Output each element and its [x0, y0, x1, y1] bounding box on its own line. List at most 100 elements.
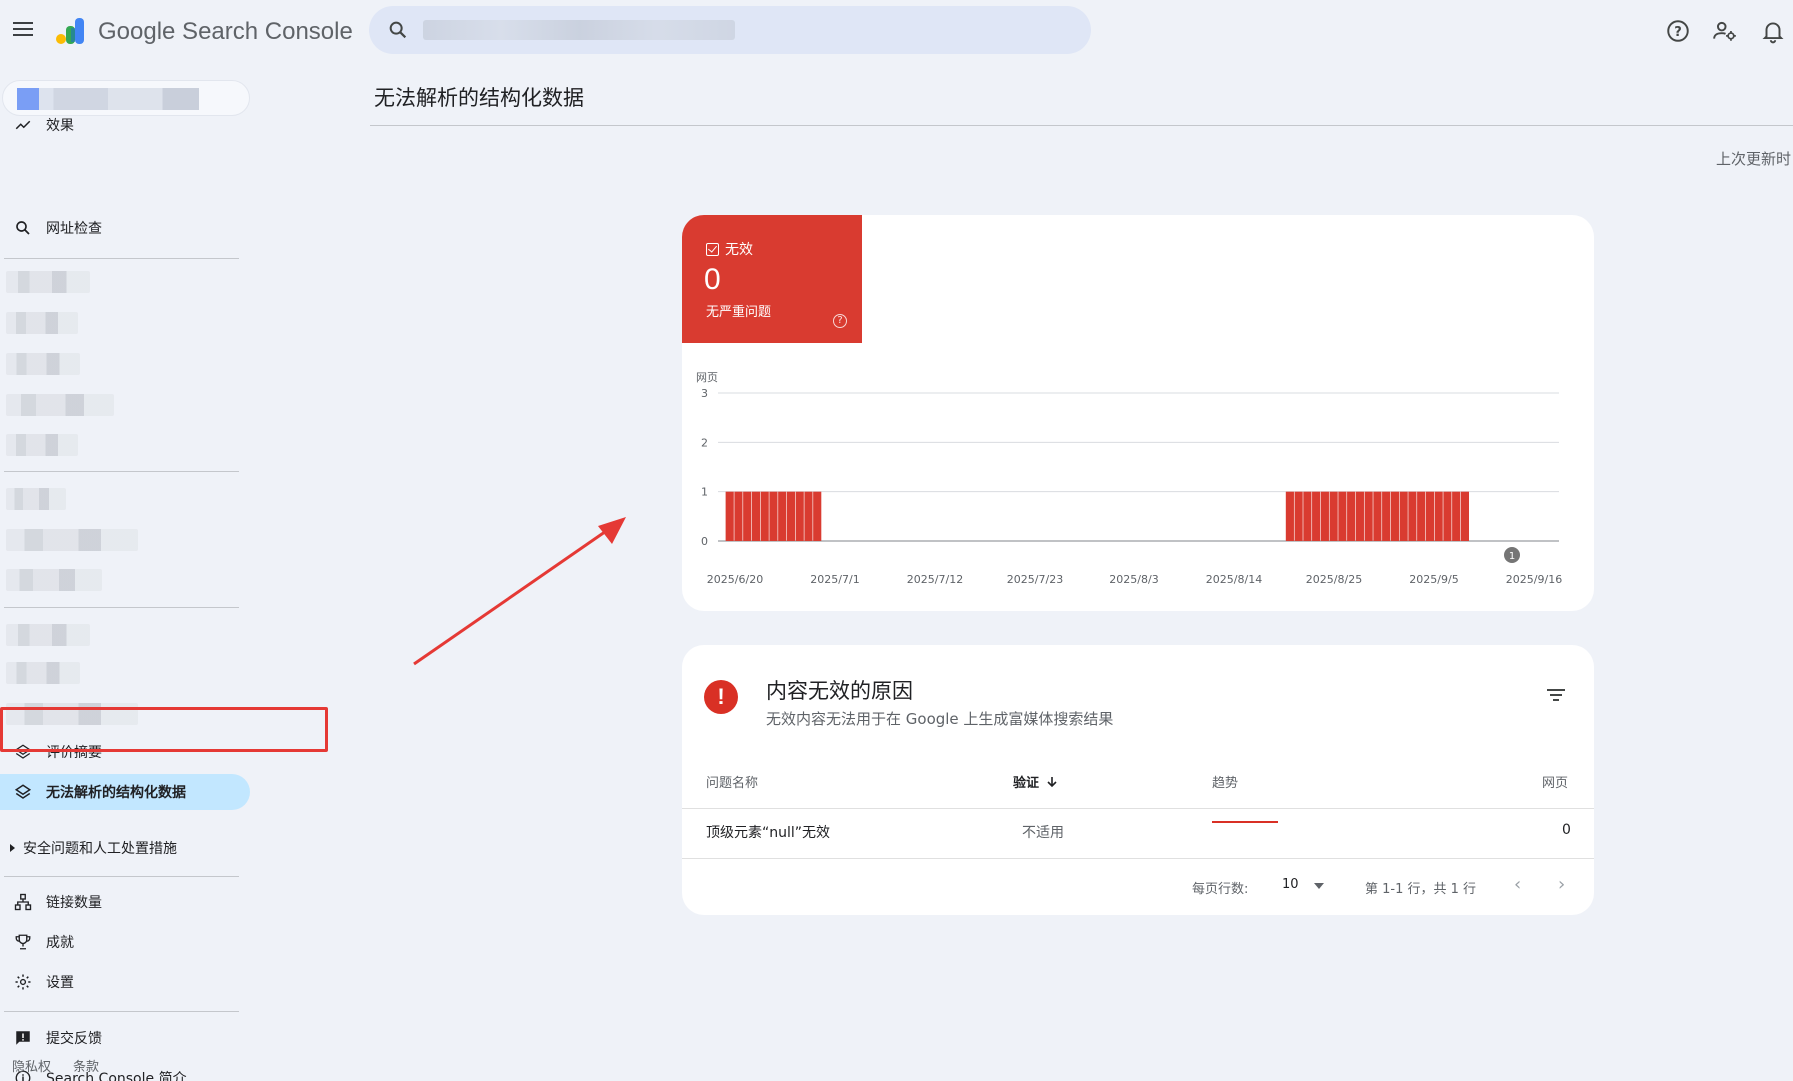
chart-bar: [1390, 491, 1399, 541]
pages-count: 0: [1562, 822, 1571, 838]
sort-down-icon: [1047, 776, 1057, 787]
chart-bar: [734, 491, 743, 541]
expand-arrow-icon: [10, 844, 15, 852]
chart-bar: [769, 491, 778, 541]
sidebar-item-links[interactable]: 链接数量: [0, 884, 245, 920]
redacted-nav-item[interactable]: [6, 271, 90, 293]
chart-bar: [795, 491, 804, 541]
chart-bar: [1329, 491, 1338, 541]
sidebar-item-url-inspection[interactable]: 网址检查: [0, 210, 245, 246]
column-header-trend: 趋势: [1212, 776, 1239, 791]
annotation-arrow-icon: [413, 517, 626, 666]
property-name-redacted: [17, 88, 199, 110]
redacted-nav-item[interactable]: [6, 662, 80, 684]
sidebar-item-label: 成就: [46, 935, 74, 951]
x-tick-label: 2025/9/16: [1506, 573, 1562, 586]
chevron-down-icon[interactable]: [1314, 883, 1324, 889]
sidebar-item-achievements[interactable]: 成就: [0, 924, 245, 960]
chart-bar: [1417, 491, 1426, 541]
redacted-nav-item[interactable]: [6, 312, 78, 334]
redacted-nav-item[interactable]: [6, 624, 90, 646]
rows-per-page-label: 每页行数:: [1192, 882, 1249, 897]
menu-icon[interactable]: [10, 18, 36, 42]
property-selector[interactable]: [2, 80, 250, 116]
column-header-label: 验证: [1013, 776, 1040, 791]
invalid-reasons-card: ! 内容无效的原因 无效内容无法用于在 Google 上生成富媒体搜索结果 问题…: [682, 645, 1594, 915]
terms-link[interactable]: 条款: [73, 1056, 99, 1075]
issue-name: 顶级元素“null”无效: [706, 825, 831, 841]
divider: [4, 876, 239, 877]
redacted-nav-item[interactable]: [6, 569, 102, 591]
chart-bar: [1425, 491, 1435, 541]
sidebar-item-settings[interactable]: 设置: [0, 964, 245, 1000]
feedback-icon: [12, 1027, 34, 1049]
reasons-title: 内容无效的原因: [766, 679, 913, 703]
x-tick-label: 2025/6/20: [707, 573, 763, 586]
sidebar: 效果 网址检查 评价摘要 无法解析的结构化数据 安全问题和人工处置措施 链接数量…: [0, 62, 260, 1081]
chart-bar: [1399, 491, 1408, 541]
privacy-link[interactable]: 隐私权: [12, 1056, 51, 1075]
chart-bar: [1294, 491, 1303, 541]
divider: [682, 808, 1594, 809]
sidebar-item-label: 网址检查: [46, 221, 102, 237]
pagination-range: 第 1-1 行，共 1 行: [1365, 882, 1477, 897]
sidebar-item-label: 效果: [46, 118, 74, 134]
manage-users-icon[interactable]: [1712, 18, 1738, 44]
redacted-nav-item[interactable]: [6, 353, 80, 375]
y-tick-label: 3: [701, 387, 708, 400]
redacted-nav-item[interactable]: [6, 488, 66, 510]
chart-bar: [743, 491, 752, 541]
help-icon[interactable]: ?: [1665, 18, 1691, 44]
rows-per-page-select[interactable]: 10: [1282, 877, 1299, 892]
search-icon: [389, 21, 407, 39]
divider: [682, 858, 1594, 859]
layers-icon: [12, 781, 34, 803]
y-tick-label: 0: [701, 535, 708, 548]
column-header-validation[interactable]: 验证: [1013, 772, 1059, 791]
sidebar-item-feedback[interactable]: 提交反馈: [0, 1020, 245, 1056]
x-tick-label: 2025/8/14: [1206, 573, 1262, 586]
next-page-icon[interactable]: ›: [1558, 874, 1565, 895]
sidebar-item-unparsable-structured-data[interactable]: 无法解析的结构化数据: [0, 774, 250, 810]
column-header-pages[interactable]: 网页: [1542, 772, 1568, 791]
chart-bar: [760, 491, 769, 541]
notifications-icon[interactable]: [1760, 18, 1786, 44]
annotation-marker-label: 1: [1509, 551, 1515, 562]
redacted-nav-item[interactable]: [6, 529, 138, 551]
chart-bar: [1460, 491, 1470, 541]
chart-bar: [751, 491, 761, 541]
page-title: 无法解析的结构化数据: [374, 86, 584, 110]
chart-bar: [1355, 491, 1364, 541]
search-console-logo[interactable]: [54, 16, 88, 46]
chart-bar: [1443, 491, 1452, 541]
divider: [4, 258, 239, 259]
svg-text:?: ?: [1674, 25, 1682, 40]
column-header-issue[interactable]: 问题名称: [706, 772, 758, 791]
redacted-nav-item[interactable]: [6, 434, 78, 456]
sidebar-item-label: 设置: [46, 975, 74, 991]
sidebar-item-label: Search Console 简介: [46, 1071, 187, 1081]
y-axis-label: 网页: [696, 371, 718, 384]
prev-page-icon[interactable]: ‹: [1514, 874, 1521, 895]
last-updated-text: 上次更新时: [1716, 150, 1792, 168]
trophy-icon: [12, 931, 34, 953]
chart-bar: [725, 491, 734, 541]
chart-bar: [1347, 491, 1356, 541]
chart-bar: [1452, 491, 1461, 541]
sidebar-item-security[interactable]: 安全问题和人工处置措施: [0, 830, 245, 866]
divider: [4, 1011, 239, 1012]
sidebar-item-performance[interactable]: 效果: [0, 113, 245, 137]
redacted-nav-item[interactable]: [6, 394, 114, 416]
chart-bar: [1312, 491, 1321, 541]
divider: [4, 471, 239, 472]
sidebar-item-label: 安全问题和人工处置措施: [23, 841, 177, 857]
chart-bar: [1434, 491, 1443, 541]
search-input[interactable]: [369, 6, 1091, 54]
filter-icon[interactable]: [1546, 687, 1566, 703]
sitemap-icon: [12, 891, 34, 913]
x-tick-label: 2025/7/12: [907, 573, 963, 586]
divider: [4, 607, 239, 608]
x-tick-label: 2025/9/5: [1409, 573, 1458, 586]
x-tick-label: 2025/8/3: [1109, 573, 1158, 586]
brand-title[interactable]: Google Search Console: [98, 18, 353, 46]
